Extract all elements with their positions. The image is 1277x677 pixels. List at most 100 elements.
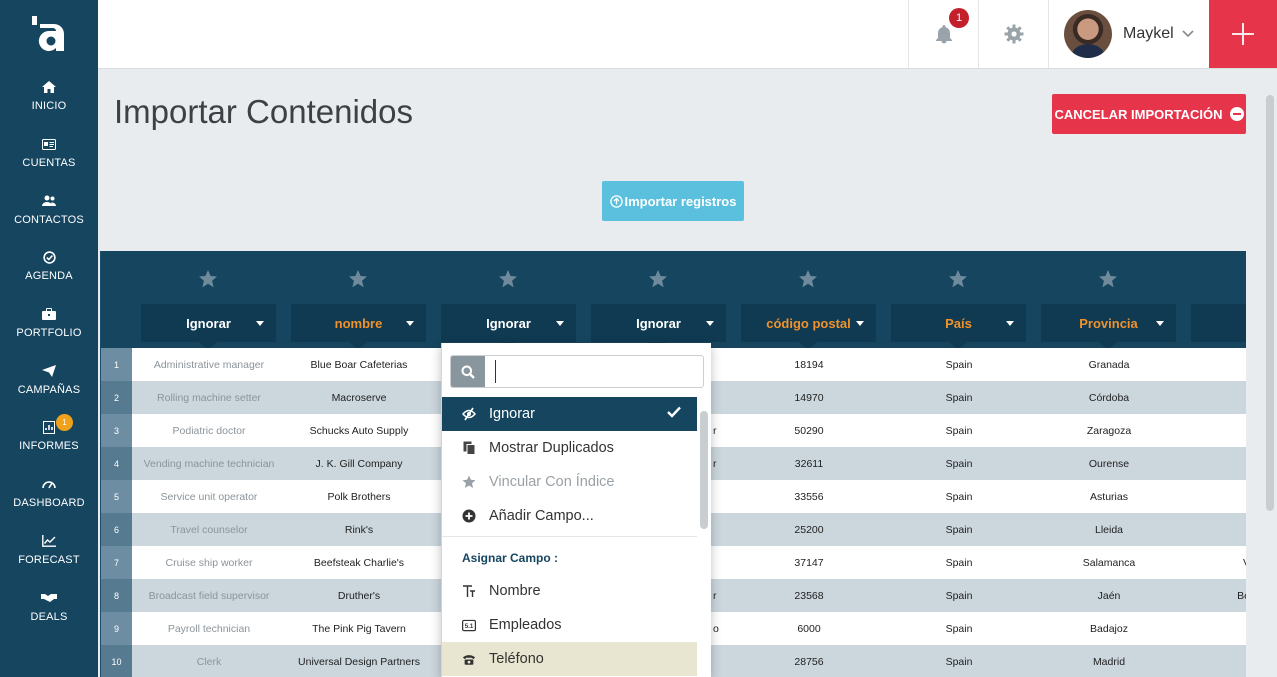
sidebar-item-informes[interactable]: INFORMES 1 xyxy=(0,408,98,465)
sidebar-item-agenda[interactable]: AGENDA xyxy=(0,238,98,295)
table-cell: Payroll technician xyxy=(167,622,251,635)
table-cell: Spain xyxy=(945,457,973,470)
caret-down-icon xyxy=(1006,321,1014,326)
sidebar-item-campanas[interactable]: CAMPAÑAS xyxy=(0,351,98,408)
table-cell: Badajoz xyxy=(1090,622,1128,635)
sidebar-item-cuentas[interactable]: CUENTAS xyxy=(0,125,98,182)
phone-icon xyxy=(462,652,476,666)
sidebar-item-label: CUENTAS xyxy=(22,157,76,170)
chevron-down-icon xyxy=(1182,30,1194,38)
sidebar-item-deals[interactable]: DEALS xyxy=(0,578,98,635)
column-mapping-select[interactable]: Provincia xyxy=(1041,304,1176,350)
sidebar-item-inicio[interactable]: INICIO xyxy=(0,68,98,125)
row-number: 5 xyxy=(101,480,132,513)
table-cell: B xyxy=(1184,612,1246,645)
table-cell xyxy=(1184,414,1246,447)
table-cell: Blue Boar Cafeterias xyxy=(310,358,408,371)
column-mapping-select[interactable]: Ignorar xyxy=(591,304,726,350)
column-mapping-label: nombre xyxy=(334,315,383,331)
notification-count-badge: 1 xyxy=(949,8,969,28)
table-cell: Spain xyxy=(945,358,973,371)
dropdown-option[interactable]: Añadir Campo... xyxy=(442,499,697,533)
star-icon[interactable] xyxy=(1098,269,1118,289)
sidebar-item-label: CONTACTOS xyxy=(14,213,84,226)
table-cell: 25200 xyxy=(794,523,824,536)
dropdown-option[interactable]: Ignorar xyxy=(442,397,697,431)
column-header: Ciu xyxy=(1191,251,1246,348)
column-mapping-select[interactable]: Ciu xyxy=(1191,304,1246,342)
table-cell: 18194 xyxy=(794,358,824,371)
dropdown-divider xyxy=(442,536,697,537)
sidebar-item-label: PORTFOLIO xyxy=(16,327,82,340)
add-button[interactable] xyxy=(1209,0,1277,68)
sidebar-item-contactos[interactable]: CONTACTOS xyxy=(0,181,98,238)
column-header: Provincia xyxy=(1041,251,1176,350)
table-cell: Bélmez d xyxy=(1237,589,1246,602)
sidebar-item-forecast[interactable]: FORECAST xyxy=(0,522,98,579)
import-records-label: Importar registros xyxy=(624,193,737,209)
dropdown-option-label: Añadir Campo... xyxy=(489,508,594,524)
user-menu[interactable]: Maykel xyxy=(1048,0,1209,68)
table-cell: Spain xyxy=(945,391,973,404)
table-cell: Universal Design Partners xyxy=(298,655,420,668)
table-cell: Cúl xyxy=(1184,348,1246,381)
column-mapping-select[interactable]: código postal xyxy=(741,304,876,350)
star-icon[interactable] xyxy=(948,269,968,289)
dropdown-field-option[interactable]: Nombre xyxy=(442,574,697,608)
row-number: 7 xyxy=(101,546,132,579)
column-mapping-label: Ignorar xyxy=(486,315,531,331)
sidebar-item-dashboard[interactable]: DASHBOARD xyxy=(0,465,98,522)
id-card-icon xyxy=(41,137,57,151)
checkmark-icon xyxy=(667,406,681,422)
column-mapping-select[interactable]: País xyxy=(891,304,1026,350)
dropdown-search-input[interactable] xyxy=(495,360,695,383)
dropdown-scrollbar[interactable] xyxy=(700,411,708,529)
star-icon xyxy=(462,475,476,489)
table-cell: Spain xyxy=(945,523,973,536)
column-mapping-label: código postal xyxy=(766,315,851,331)
user-name: Maykel xyxy=(1123,25,1174,42)
table-cell: Vending machine technician xyxy=(143,457,275,470)
dropdown-field-option[interactable]: 5.1 Empleados xyxy=(442,608,697,642)
text-icon xyxy=(462,584,476,598)
column-mapping-select[interactable]: nombre xyxy=(291,304,426,350)
star-icon[interactable] xyxy=(498,269,518,289)
table-cell: 32611 xyxy=(794,457,824,470)
table-cell: Schucks Auto Supply xyxy=(309,424,409,437)
eye-slash-icon xyxy=(462,407,476,421)
star-icon[interactable] xyxy=(348,269,368,289)
informes-badge: 1 xyxy=(56,414,73,432)
table-cell: Rink's xyxy=(344,523,374,536)
cancel-import-button[interactable]: CANCELAR IMPORTACIÓN xyxy=(1052,94,1246,134)
row-number: 8 xyxy=(101,579,132,612)
gear-icon xyxy=(1004,24,1023,44)
dropdown-option[interactable]: Mostrar Duplicados xyxy=(442,431,697,465)
sidebar: INICIO CUENTAS CONTACTOS AGENDA PORTFOLIO CAM… xyxy=(0,0,98,677)
dropdown-search xyxy=(450,355,704,388)
column-header: código postal xyxy=(741,251,876,350)
plus-circle-icon xyxy=(462,509,476,523)
caret-down-icon xyxy=(406,321,414,326)
star-icon[interactable] xyxy=(798,269,818,289)
sidebar-item-label: CAMPAÑAS xyxy=(17,383,81,396)
column-mapping-select[interactable]: Ignorar xyxy=(441,304,576,350)
table-cell: Zaragoza xyxy=(1086,424,1132,437)
column-mapping-select[interactable]: Ignorar xyxy=(141,304,276,350)
notifications-button[interactable]: 1 xyxy=(908,0,978,68)
import-records-button[interactable]: Importar registros xyxy=(602,181,744,221)
table-cell: Travel counselor xyxy=(170,523,248,536)
sidebar-item-portfolio[interactable]: PORTFOLIO xyxy=(0,295,98,352)
dropdown-field-option[interactable]: Teléfono xyxy=(442,642,697,676)
star-icon[interactable] xyxy=(648,269,668,289)
row-number: 6 xyxy=(101,513,132,546)
sidebar-item-label: INFORMES xyxy=(19,440,79,453)
sidebar-item-label: INICIO xyxy=(31,100,67,113)
svg-text:5.1: 5.1 xyxy=(465,623,474,630)
star-icon[interactable] xyxy=(198,269,218,289)
table-cell: Salamanca xyxy=(1082,556,1136,569)
app-logo[interactable] xyxy=(0,0,98,68)
table-cell: Administrative manager xyxy=(153,358,265,371)
page-scrollbar[interactable] xyxy=(1266,95,1274,511)
settings-button[interactable] xyxy=(978,0,1048,68)
minus-circle-icon xyxy=(1229,107,1244,121)
